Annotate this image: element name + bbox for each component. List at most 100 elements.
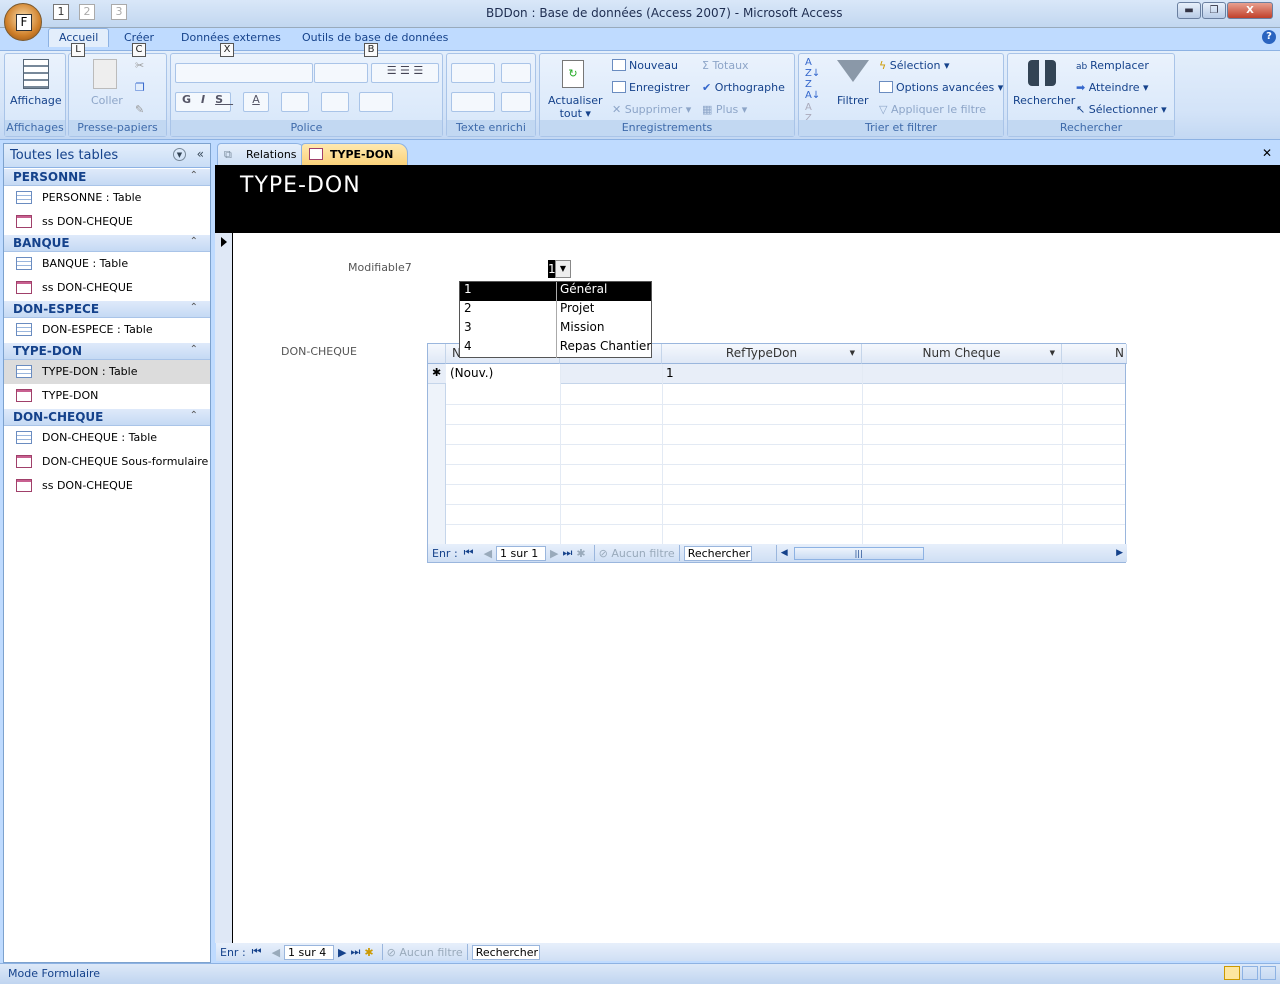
horizontal-scrollbar-thumb[interactable]: |||: [793, 546, 924, 560]
nav-item[interactable]: DON-CHEQUE : Table: [4, 426, 210, 450]
qat-redo-keytip[interactable]: 3: [111, 4, 127, 20]
nav-item[interactable]: ss DON-CHEQUE: [4, 210, 210, 234]
rtl-button[interactable]: [501, 63, 531, 83]
cell[interactable]: 1: [666, 366, 674, 380]
table-row-new[interactable]: ✱ (Nouv.) 1: [428, 364, 1125, 384]
combo-box[interactable]: 1 ▼: [548, 260, 571, 278]
combo-value[interactable]: 1: [548, 260, 556, 278]
nav-group-header[interactable]: PERSONNE ⌃: [4, 168, 210, 186]
help-icon[interactable]: ?: [1262, 30, 1276, 44]
chevron-down-icon[interactable]: ▼: [173, 148, 186, 161]
collapse-pane-icon[interactable]: «: [197, 147, 204, 161]
dropdown-option[interactable]: 3 Mission: [460, 320, 651, 339]
atteindre-button[interactable]: ➡ Atteindre ▾: [1076, 81, 1149, 94]
collapse-group-icon[interactable]: ⌃: [190, 410, 198, 421]
search-input[interactable]: Rechercher: [683, 545, 752, 561]
collapse-group-icon[interactable]: ⌃: [190, 344, 198, 355]
coller-button[interactable]: Coller: [91, 94, 123, 107]
form-view-icon[interactable]: [1224, 966, 1240, 980]
first-record-icon[interactable]: ⏮: [464, 546, 474, 560]
nav-item[interactable]: TYPE-DON: [4, 384, 210, 408]
copy-icon[interactable]: ❐: [135, 81, 145, 94]
align-buttons[interactable]: ☰ ☰ ☰: [371, 63, 439, 83]
chevron-down-icon[interactable]: ▼: [850, 344, 855, 363]
nav-item[interactable]: DON-CHEQUE Sous-formulaire: [4, 450, 210, 474]
dropdown-option[interactable]: 1 Général: [460, 282, 651, 301]
filtrer-button[interactable]: Filtrer: [837, 94, 869, 107]
supprimer-button[interactable]: ✕ Supprimer ▾: [612, 103, 691, 116]
qat-undo-keytip[interactable]: 2: [79, 4, 95, 20]
prev-record-icon[interactable]: ◀: [272, 946, 280, 959]
orthographe-button[interactable]: ✔ Orthographe: [702, 81, 785, 94]
bold-button[interactable]: G: [182, 93, 201, 106]
close-button[interactable]: X: [1227, 2, 1273, 19]
nav-group-header[interactable]: DON-ESPECE ⌃: [4, 300, 210, 318]
cell[interactable]: (Nouv.): [446, 364, 560, 384]
appliquer-filtre-button[interactable]: ▽ Appliquer le filtre: [879, 103, 986, 116]
no-filter-button[interactable]: ⊘ Aucun filtre: [599, 547, 675, 560]
format-painter-icon[interactable]: ✎: [135, 103, 144, 116]
cut-icon[interactable]: ✂: [135, 59, 144, 72]
prev-record-icon[interactable]: ◀: [484, 547, 492, 560]
dropdown-option[interactable]: 2 Projet: [460, 301, 651, 320]
collapse-group-icon[interactable]: ⌃: [190, 302, 198, 313]
font-color-button[interactable]: A: [243, 92, 269, 112]
last-record-icon[interactable]: ⏭: [351, 945, 361, 959]
select-all-corner[interactable]: [428, 344, 446, 364]
close-document-icon[interactable]: ✕: [1262, 146, 1272, 160]
chevron-down-icon[interactable]: ▼: [1050, 344, 1055, 363]
font-name-select[interactable]: [175, 63, 313, 83]
nav-item[interactable]: TYPE-DON : Table: [4, 360, 210, 384]
format-buttons[interactable]: GIS: [175, 92, 231, 112]
sort-desc-icon[interactable]: Z A↓: [805, 79, 820, 101]
nav-item[interactable]: DON-ESPECE : Table: [4, 318, 210, 342]
actualiser-button[interactable]: Actualiser tout ▾: [548, 94, 603, 120]
underline-button[interactable]: S: [215, 93, 233, 106]
tab-relations[interactable]: ⧉ Relations: [217, 143, 306, 165]
restore-button[interactable]: ❐: [1202, 2, 1226, 19]
selectionner-button[interactable]: ↖ Sélectionner ▾: [1076, 103, 1167, 116]
column-header-num-cheque[interactable]: Num Cheque ▼: [862, 344, 1062, 364]
nav-pane-header[interactable]: Toutes les tables ▼ «: [4, 144, 210, 168]
next-record-icon[interactable]: ▶: [550, 547, 558, 560]
new-record-nav-icon[interactable]: ✱: [364, 946, 373, 959]
office-button[interactable]: F: [4, 3, 42, 41]
nouveau-button[interactable]: Nouveau: [612, 59, 678, 72]
next-record-icon[interactable]: ▶: [338, 946, 346, 959]
column-header[interactable]: N: [1062, 344, 1127, 364]
rechercher-button[interactable]: Rechercher: [1013, 94, 1075, 107]
plus-button[interactable]: ▦ Plus ▾: [702, 103, 747, 116]
alternate-fill-button[interactable]: [359, 92, 393, 112]
remplacer-button[interactable]: ab Remplacer: [1076, 59, 1149, 72]
list-buttons[interactable]: [451, 92, 495, 112]
record-position-input[interactable]: 1 sur 4: [284, 944, 335, 960]
record-position-input[interactable]: 1 sur 1: [496, 545, 547, 561]
column-header-reftypedon[interactable]: RefTypeDon ▼: [662, 344, 862, 364]
nav-item[interactable]: ss DON-CHEQUE: [4, 474, 210, 498]
design-view-icon[interactable]: [1260, 966, 1276, 980]
highlight-button[interactable]: [501, 92, 531, 112]
dropdown-option[interactable]: 4 Repas Chantier: [460, 339, 651, 358]
nav-item[interactable]: ss DON-CHEQUE: [4, 276, 210, 300]
enregistrer-button[interactable]: Enregistrer: [612, 81, 690, 94]
nav-group-header[interactable]: TYPE-DON ⌃: [4, 342, 210, 360]
chevron-down-icon[interactable]: ▼: [555, 260, 571, 278]
search-input[interactable]: Rechercher: [471, 944, 540, 960]
first-record-icon[interactable]: ⏮: [252, 945, 262, 959]
last-record-icon[interactable]: ⏭: [563, 546, 573, 560]
new-record-nav-icon[interactable]: ✱: [576, 547, 585, 560]
nav-group-header[interactable]: BANQUE ⌃: [4, 234, 210, 252]
selection-button[interactable]: ϟ Sélection ▾: [879, 59, 949, 72]
gridlines-button[interactable]: [321, 92, 349, 112]
record-selector[interactable]: [215, 233, 233, 943]
font-size-select[interactable]: [314, 63, 368, 83]
collapse-group-icon[interactable]: ⌃: [190, 236, 198, 247]
nav-item[interactable]: BANQUE : Table: [4, 252, 210, 276]
affichage-button[interactable]: Affichage: [10, 94, 62, 107]
scroll-right-icon[interactable]: ▶: [1116, 548, 1123, 558]
options-avancees-button[interactable]: Options avancées ▾: [879, 81, 1003, 94]
qat-save-keytip[interactable]: 1: [53, 4, 69, 20]
tab-type-don[interactable]: TYPE-DON: [301, 143, 409, 165]
nav-group-header[interactable]: DON-CHEQUE ⌃: [4, 408, 210, 426]
scroll-left-icon[interactable]: ◀: [781, 548, 788, 558]
